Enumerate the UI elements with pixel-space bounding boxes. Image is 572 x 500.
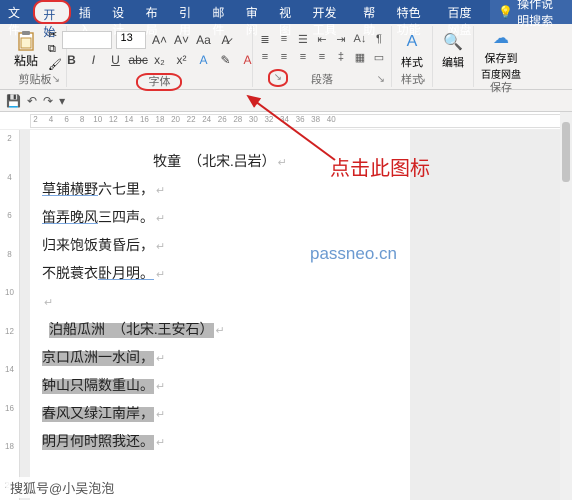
font-size-input[interactable]: 13: [116, 31, 146, 49]
poem2-line3: 春风又绿江南岸，↵: [42, 402, 398, 428]
paste-label: 粘贴: [14, 52, 38, 69]
tab-design[interactable]: 设计: [104, 0, 137, 24]
clipboard-icon: [16, 30, 36, 52]
align-center-button[interactable]: ≡: [276, 51, 292, 67]
save-baidu-button[interactable]: ☁ 保存到 百度网盘: [478, 26, 524, 81]
poem1-line2: 笛弄晚风三四声。↵: [42, 206, 398, 232]
decrease-indent-button[interactable]: ⇤: [314, 33, 330, 49]
tab-review[interactable]: 审阅: [238, 0, 271, 24]
poem2-title: 泊船瓜洲 （北宋.王安石）↵: [42, 318, 398, 344]
ruler-vertical: 2468101214161820: [0, 130, 20, 500]
blank-line: ↵: [42, 290, 398, 316]
format-painter-button[interactable]: 🖌: [48, 58, 62, 71]
superscript-button[interactable]: x²: [172, 51, 190, 69]
qat-save-icon[interactable]: 💾: [6, 94, 21, 108]
paste-button[interactable]: 粘贴: [8, 30, 44, 69]
group-save: ☁ 保存到 百度网盘 保存: [474, 26, 528, 87]
clipboard-group-label: 剪贴板: [18, 74, 51, 86]
tell-me-search[interactable]: 💡 操作说明搜索: [490, 0, 572, 24]
clear-format-button[interactable]: A̷: [216, 31, 234, 49]
subscript-button[interactable]: x₂: [150, 51, 168, 69]
paragraph-launcher-icon[interactable]: ↘: [377, 73, 385, 87]
editing-label: 编辑: [442, 54, 464, 70]
styles-icon: A: [407, 30, 418, 54]
ribbon: 粘贴 ✂ ⧉ 🖌 剪贴板↘ 13 A˄ A˅ Aa A̷ B I U: [0, 24, 572, 90]
styles-launcher-icon[interactable]: ↘: [418, 73, 426, 87]
tab-file[interactable]: 文件: [0, 0, 33, 24]
group-editing: 🔍 编辑: [433, 26, 474, 87]
highlight-button[interactable]: ✎: [216, 51, 234, 69]
styles-button[interactable]: A 样式: [396, 30, 428, 70]
save-top-label: 保存到: [484, 50, 517, 66]
vertical-scrollbar[interactable]: [560, 112, 572, 500]
bold-button[interactable]: B: [62, 51, 80, 69]
poem1-line4: 不脱蓑衣卧月明。↵: [42, 262, 398, 288]
numbering-button[interactable]: ≡: [276, 33, 292, 49]
align-right-button[interactable]: ≡: [295, 51, 311, 67]
shrink-font-button[interactable]: A˅: [172, 31, 190, 49]
poem2-line1: 京口瓜洲一水间，↵: [42, 346, 398, 372]
tab-layout[interactable]: 布局: [138, 0, 171, 24]
footer-watermark: 搜狐号@小吴泡泡: [6, 477, 118, 498]
qat-redo-icon[interactable]: ↷: [43, 94, 53, 108]
justify-button[interactable]: ≡: [314, 51, 330, 67]
change-case-button[interactable]: Aa: [194, 31, 212, 49]
tab-mailings[interactable]: 邮件: [204, 0, 237, 24]
underline-button[interactable]: U: [106, 51, 124, 69]
italic-button[interactable]: I: [84, 51, 102, 69]
cut-button[interactable]: ✂: [48, 28, 62, 41]
find-icon: 🔍: [443, 30, 463, 54]
save-bottom-label: 百度网盘: [481, 66, 521, 81]
bulb-icon: 💡: [498, 5, 513, 19]
tab-help[interactable]: 帮助: [355, 0, 388, 24]
tab-baidu[interactable]: 百度网盘: [439, 0, 490, 24]
group-paragraph: ≣ ≡ ☰ ⇤ ⇥ A↓ ¶ ≡ ≡ ≡ ≡ ‡ ▦ ▭ 段落 ↘: [253, 26, 392, 87]
poem2-line2: 钟山只隔数重山。↵: [42, 374, 398, 400]
group-font: 13 A˄ A˅ Aa A̷ B I U abc x₂ x² A ✎ A 字体 …: [67, 26, 253, 87]
strike-button[interactable]: abc: [128, 51, 146, 69]
save-group-label: 保存: [490, 82, 512, 94]
poem1-line1: 草铺横野六七里，↵: [42, 178, 398, 204]
grow-font-button[interactable]: A˄: [150, 31, 168, 49]
multilevel-button[interactable]: ☰: [295, 33, 311, 49]
tab-insert[interactable]: 插入: [71, 0, 104, 24]
borders-button[interactable]: ▭: [371, 51, 387, 67]
font-group-label: 字体: [148, 76, 170, 88]
editing-button[interactable]: 🔍 编辑: [437, 30, 469, 70]
group-clipboard: 粘贴 ✂ ⧉ 🖌 剪贴板↘: [4, 26, 67, 87]
scrollbar-thumb[interactable]: [562, 122, 570, 182]
document-area: 2468101214161820 牧童 （北宋.吕岩）↵ 草铺横野六七里，↵ 笛…: [0, 130, 572, 500]
qat-undo-icon[interactable]: ↶: [27, 94, 37, 108]
annotation-callout: 点击此图标: [330, 152, 430, 181]
cloud-icon: ☁: [493, 26, 509, 50]
sort-button[interactable]: A↓: [352, 33, 368, 49]
document-page[interactable]: 牧童 （北宋.吕岩）↵ 草铺横野六七里，↵ 笛弄晚风三四声。↵ 归来饱饭黄昏后，…: [30, 130, 410, 500]
bullets-button[interactable]: ≣: [257, 33, 273, 49]
text-effects-button[interactable]: A: [194, 51, 212, 69]
tab-home[interactable]: 开始: [33, 0, 70, 24]
tab-references[interactable]: 引用: [171, 0, 204, 24]
tab-special[interactable]: 特色功能: [389, 0, 440, 24]
line-spacing-button[interactable]: ‡: [333, 51, 349, 67]
qat-customize-icon[interactable]: ▾: [59, 94, 65, 108]
align-left-button[interactable]: ≡: [257, 51, 273, 67]
poem2-line4: 明月何时照我还。↵: [42, 430, 398, 456]
copy-button[interactable]: ⧉: [48, 43, 62, 56]
increase-indent-button[interactable]: ⇥: [333, 33, 349, 49]
group-styles: A 样式 样式 ↘: [392, 26, 433, 87]
styles-label: 样式: [401, 54, 423, 70]
show-marks-button[interactable]: ¶: [371, 33, 387, 49]
ruler-horizontal: 2 4 6 8 10 12 14 16 18 20 22 24 26 28 30…: [0, 112, 572, 130]
watermark-text: passneo.cn: [310, 244, 397, 264]
clipboard-launcher-icon[interactable]: ↘: [52, 73, 60, 87]
tab-strip: 文件 开始 插入 设计 布局 引用 邮件 审阅 视图 开发工具 帮助 特色功能 …: [0, 0, 572, 24]
font-name-input[interactable]: [62, 31, 112, 49]
paragraph-group-label: 段落: [311, 74, 333, 86]
tell-me-label: 操作说明搜索: [517, 0, 564, 29]
tab-view[interactable]: 视图: [271, 0, 304, 24]
shading-button[interactable]: ▦: [352, 51, 368, 67]
tab-developer[interactable]: 开发工具: [305, 0, 356, 24]
